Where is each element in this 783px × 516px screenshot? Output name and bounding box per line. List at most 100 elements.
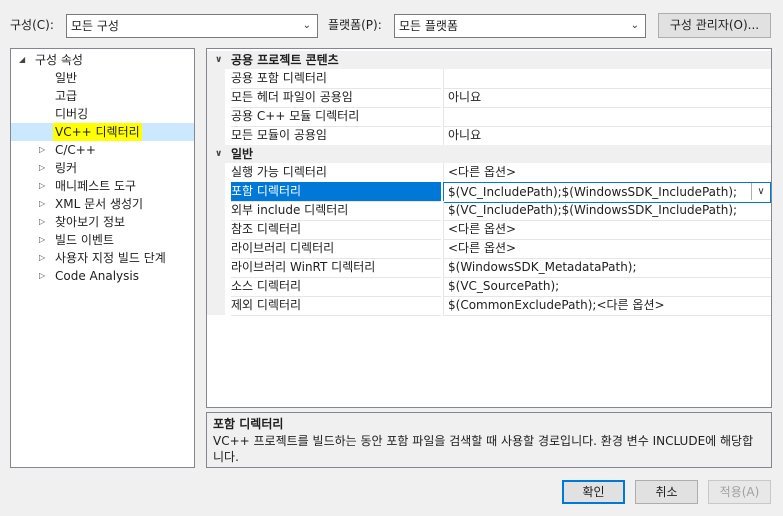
expand-icon[interactable]: ▷ bbox=[39, 141, 45, 159]
property-value-text: <다른 옵션> bbox=[448, 165, 517, 179]
tree-item-label: 찾아보기 정보 bbox=[55, 215, 126, 229]
property-value-text: $(VC_SourcePath); bbox=[448, 279, 560, 293]
expand-icon[interactable]: ▷ bbox=[39, 213, 45, 231]
row-gutter bbox=[207, 126, 225, 145]
property-name[interactable]: 실행 가능 디렉터리 bbox=[231, 163, 441, 183]
grid-row[interactable]: 라이브러리 디렉터리 <다른 옵션> bbox=[207, 239, 771, 259]
tree-item-label: 빌드 이벤트 bbox=[55, 233, 115, 247]
config-dropdown[interactable]: 모든 구성 ⌄ bbox=[66, 14, 318, 38]
grid-row[interactable]: 제외 디렉터리 $(CommonExcludePath);<다른 옵션> bbox=[207, 296, 771, 316]
property-name[interactable]: 외부 include 디렉터리 bbox=[231, 201, 441, 221]
tree-item-label: C/C++ bbox=[55, 143, 96, 157]
property-value[interactable]: $(WindowsSDK_MetadataPath); bbox=[443, 258, 771, 278]
tree-item-label: 고급 bbox=[55, 89, 78, 103]
value-dropdown-button[interactable]: ∨ bbox=[751, 183, 770, 200]
grid-category-title: 공용 프로젝트 콘텐츠 bbox=[231, 53, 339, 67]
property-name[interactable]: 모든 모듈이 공용임 bbox=[231, 126, 441, 146]
grid-row[interactable]: 모든 모듈이 공용임 아니요 bbox=[207, 126, 771, 146]
property-value[interactable]: <다른 옵션> bbox=[443, 163, 771, 183]
grid-row[interactable]: 모든 헤더 파일이 공용임 아니요 bbox=[207, 88, 771, 108]
property-name[interactable]: 공용 포함 디렉터리 bbox=[231, 69, 441, 89]
property-value[interactable]: $(VC_IncludePath);$(WindowsSDK_IncludePa… bbox=[443, 182, 771, 203]
collapse-icon[interactable]: ∨ bbox=[215, 51, 222, 69]
chevron-down-icon: ⌄ bbox=[302, 20, 311, 31]
property-value[interactable]: $(VC_SourcePath); bbox=[443, 277, 771, 297]
row-gutter bbox=[207, 69, 225, 88]
property-grid[interactable]: ∨ 공용 프로젝트 콘텐츠 공용 포함 디렉터리 모든 헤더 파일이 공용임 아니요 공용… bbox=[206, 48, 772, 408]
expand-icon[interactable]: ▷ bbox=[39, 231, 45, 249]
description-text: VC++ 프로젝트를 빌드하는 동안 포함 파일을 검색할 때 사용할 경로입니… bbox=[213, 434, 754, 464]
row-gutter bbox=[207, 182, 225, 201]
grid-category[interactable]: ∨ 일반 bbox=[207, 145, 771, 163]
property-name[interactable]: 소스 디렉터리 bbox=[231, 277, 441, 297]
property-name[interactable]: 라이브러리 디렉터리 bbox=[231, 239, 441, 259]
property-value-text: 아니요 bbox=[448, 128, 482, 142]
row-gutter bbox=[207, 239, 225, 258]
row-gutter bbox=[207, 201, 225, 220]
platform-dropdown[interactable]: 모든 플랫폼 ⌄ bbox=[394, 14, 646, 38]
expand-icon[interactable]: ▷ bbox=[39, 267, 45, 285]
cancel-button[interactable]: 취소 bbox=[635, 480, 698, 504]
tree-item-label: Code Analysis bbox=[55, 269, 139, 283]
tree-item-label: 일반 bbox=[55, 71, 78, 85]
tree-item-label: 링커 bbox=[55, 161, 78, 175]
platform-label: 플랫폼(P): bbox=[328, 18, 382, 32]
tree-item-label: VC++ 디렉터리 bbox=[53, 123, 142, 141]
tree-item-label: 매니페스트 도구 bbox=[55, 179, 137, 193]
collapse-icon[interactable]: ◢ bbox=[19, 51, 25, 69]
tree-root-label: 구성 속성 bbox=[35, 53, 83, 67]
apply-button[interactable]: 적용(A) bbox=[708, 480, 771, 504]
property-value-text: $(WindowsSDK_MetadataPath); bbox=[448, 260, 637, 274]
property-value[interactable]: 아니요 bbox=[443, 126, 771, 146]
expand-icon[interactable]: ▷ bbox=[39, 159, 45, 177]
grid-category-title: 일반 bbox=[231, 147, 254, 161]
tree-item[interactable]: VC++ 디렉터리 bbox=[11, 123, 194, 141]
config-manager-button[interactable]: 구성 관리자(O)... bbox=[658, 13, 771, 38]
property-name[interactable]: 제외 디렉터리 bbox=[231, 296, 441, 316]
property-value-text: 아니요 bbox=[448, 90, 482, 104]
tree-item-label: XML 문서 생성기 bbox=[55, 197, 144, 211]
grid-row[interactable]: 라이브러리 WinRT 디렉터리 $(WindowsSDK_MetadataPat… bbox=[207, 258, 771, 278]
description-title: 포함 디렉터리 bbox=[213, 417, 284, 431]
grid-category[interactable]: ∨ 공용 프로젝트 콘텐츠 bbox=[207, 51, 771, 69]
property-value[interactable] bbox=[443, 107, 771, 127]
property-name[interactable]: 라이브러리 WinRT 디렉터리 bbox=[231, 258, 441, 278]
property-value-text: $(VC_IncludePath);$(WindowsSDK_IncludePa… bbox=[448, 185, 738, 199]
row-gutter bbox=[207, 277, 225, 296]
property-value[interactable]: $(VC_IncludePath);$(WindowsSDK_IncludePa… bbox=[443, 201, 771, 221]
tree-item-label: 사용자 지정 빌드 단계 bbox=[55, 251, 166, 265]
row-gutter bbox=[207, 296, 225, 315]
grid-row[interactable]: 외부 include 디렉터리 $(VC_IncludePath);$(Windo… bbox=[207, 201, 771, 221]
grid-row[interactable]: 공용 포함 디렉터리 bbox=[207, 69, 771, 89]
row-gutter bbox=[207, 258, 225, 277]
property-name[interactable]: 공용 C++ 모듈 디렉터리 bbox=[231, 107, 441, 127]
property-value[interactable]: 아니요 bbox=[443, 88, 771, 108]
row-gutter bbox=[207, 88, 225, 107]
config-value: 모든 구성 bbox=[71, 19, 119, 33]
grid-row[interactable]: 포함 디렉터리 $(VC_IncludePath);$(WindowsSDK_In… bbox=[207, 182, 771, 203]
property-value[interactable]: <다른 옵션> bbox=[443, 220, 771, 240]
property-value-text: $(CommonExcludePath);<다른 옵션> bbox=[448, 298, 665, 312]
collapse-icon[interactable]: ∨ bbox=[215, 145, 222, 163]
platform-value: 모든 플랫폼 bbox=[399, 19, 459, 33]
grid-row[interactable]: 공용 C++ 모듈 디렉터리 bbox=[207, 107, 771, 127]
grid-row[interactable]: 참조 디렉터리 <다른 옵션> bbox=[207, 220, 771, 240]
row-gutter bbox=[207, 107, 225, 126]
property-name[interactable]: 모든 헤더 파일이 공용임 bbox=[231, 88, 441, 108]
row-gutter bbox=[207, 163, 225, 182]
expand-icon[interactable]: ▷ bbox=[39, 177, 45, 195]
expand-icon[interactable]: ▷ bbox=[39, 195, 45, 213]
grid-row[interactable]: 소스 디렉터리 $(VC_SourcePath); bbox=[207, 277, 771, 297]
property-name[interactable]: 포함 디렉터리 bbox=[231, 182, 441, 202]
tree-item-label: 디버깅 bbox=[55, 107, 89, 121]
property-value[interactable]: $(CommonExcludePath);<다른 옵션> bbox=[443, 296, 771, 316]
property-tree[interactable]: ◢ 구성 속성 일반고급디버깅 VC++ 디렉터리 ▷ C/C++ ▷ 링커 ▷ 매니페스트 … bbox=[10, 48, 195, 468]
row-gutter bbox=[207, 220, 225, 239]
grid-row[interactable]: 실행 가능 디렉터리 <다른 옵션> bbox=[207, 163, 771, 183]
property-value[interactable] bbox=[443, 69, 771, 89]
property-name[interactable]: 참조 디렉터리 bbox=[231, 220, 441, 240]
expand-icon[interactable]: ▷ bbox=[39, 249, 45, 267]
ok-button[interactable]: 확인 bbox=[562, 480, 625, 504]
property-value[interactable]: <다른 옵션> bbox=[443, 239, 771, 259]
description-panel: 포함 디렉터리 VC++ 프로젝트를 빌드하는 동안 포함 파일을 검색할 때 … bbox=[206, 412, 772, 468]
